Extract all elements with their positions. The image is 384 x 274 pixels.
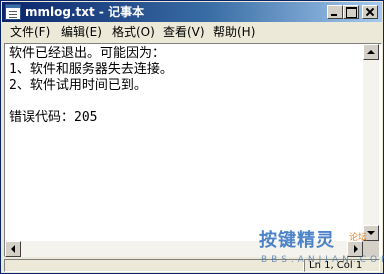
text-editor[interactable]: 软件已经退出。可能因为： 1、软件和服务器失去连接。 2、软件试用时间已到。 错… (4, 43, 382, 257)
menu-file[interactable]: 文件(F) (10, 25, 50, 40)
minimize-button[interactable] (327, 5, 343, 19)
arrow-left-icon (11, 245, 15, 253)
arrow-right-icon (354, 245, 358, 253)
window-title: mmlog.txt - 记事本 (25, 5, 145, 19)
text-line: 1、软件和服务器失去连接。 (9, 62, 173, 77)
horizontal-scrollbar[interactable] (5, 241, 363, 257)
title-bar[interactable]: mmlog.txt - 记事本 (2, 2, 382, 22)
status-panel (4, 259, 304, 272)
menu-help[interactable]: 帮助(H) (213, 25, 255, 40)
notepad-window: mmlog.txt - 记事本 文件(F) 编辑(E) 格式(O) 查看(V) … (0, 0, 384, 274)
menu-edit[interactable]: 编辑(E) (61, 25, 102, 40)
maximize-button[interactable] (343, 5, 359, 19)
text-line: 软件已经退出。可能因为： (9, 46, 166, 61)
scroll-left-button[interactable] (5, 241, 21, 257)
arrow-down-icon (367, 231, 375, 235)
notepad-icon[interactable] (5, 4, 21, 20)
scroll-right-button[interactable] (347, 241, 363, 257)
scroll-up-button[interactable] (363, 44, 379, 60)
scrollbar-corner (363, 241, 379, 257)
scroll-down-button[interactable] (363, 225, 379, 241)
status-bar: Ln 1, Col 1 (2, 258, 382, 273)
menu-view[interactable]: 查看(V) (163, 25, 205, 40)
arrow-up-icon (367, 50, 375, 54)
menu-bar: 文件(F) 编辑(E) 格式(O) 查看(V) 帮助(H) (2, 23, 382, 42)
menu-format[interactable]: 格式(O) (112, 25, 155, 40)
text-line: 2、软件试用时间已到。 (9, 78, 147, 93)
vertical-scrollbar[interactable] (363, 44, 379, 241)
close-button[interactable] (362, 5, 378, 19)
text-line: 错误代码：205 (9, 110, 98, 125)
cursor-position: Ln 1, Col 1 (304, 259, 380, 272)
